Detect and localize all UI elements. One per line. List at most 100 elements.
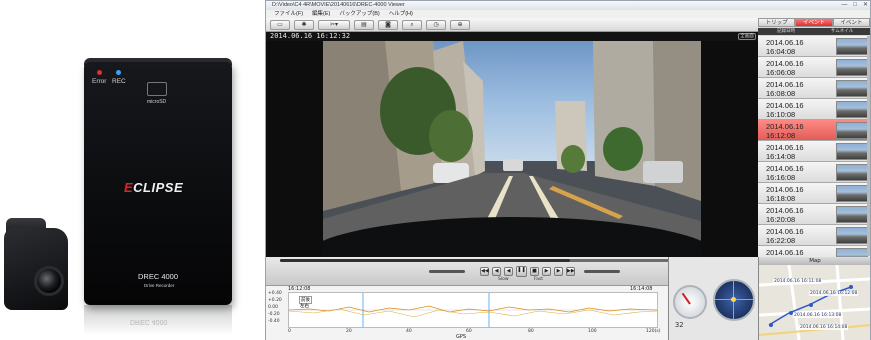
window-title: D:\Video\C4 4R\MOVIE\20140616\DREC-4000 … (272, 2, 405, 8)
pause-button[interactable]: ❚❚ (516, 266, 527, 277)
clip-time: 16:06:08 (766, 68, 796, 77)
model-sub-label: Drive Recorder (144, 283, 175, 288)
map-pin[interactable] (769, 323, 773, 327)
tree-left-2 (429, 110, 473, 162)
rewind-icon: ◀ (494, 268, 499, 274)
settings-button[interactable]: ✱ (294, 20, 314, 30)
ytick: +0.20 (268, 298, 282, 303)
clock-icon: ◷ (433, 21, 439, 28)
title-bar: D:\Video\C4 4R\MOVIE\20140616\DREC-4000 … (266, 1, 870, 10)
clip-list-item[interactable]: 2014.06.16 16:20:08 (758, 204, 870, 225)
stop-icon: ■ (532, 268, 537, 274)
clip-list-item[interactable]: 2014.06.16 16:12:08 (758, 120, 870, 141)
clip-list-item[interactable]: 2014.06.16 16:10:08 (758, 99, 870, 120)
edit-button[interactable]: ✂▾ (318, 20, 350, 30)
xtick: 20 (346, 329, 352, 334)
clip-list-item[interactable]: 2014.06.16 16:16:08 (758, 162, 870, 183)
tab-event-active[interactable]: イベント (795, 18, 833, 27)
series-longitudinal (289, 305, 657, 313)
minimize-button[interactable]: — (841, 1, 847, 10)
error-led (97, 70, 102, 75)
web-button[interactable]: ⊕ (450, 20, 470, 30)
clip-thumbnail (836, 59, 868, 76)
map-label: 2014.06.16 16:14:08 (799, 325, 849, 330)
clip-list-item[interactable]: 2014.06.16 16:14:08 (758, 141, 870, 162)
rec-led (116, 70, 121, 75)
xtick: 40 (406, 329, 412, 334)
rewind-button[interactable]: ◀ (492, 267, 501, 276)
side-tabs: トリップ イベント イベント (758, 18, 870, 27)
fullscreen-button[interactable]: 全画面 (738, 33, 756, 40)
speed-label-fast: Fast (534, 277, 544, 282)
brand-logo-e: E (124, 180, 134, 195)
camera-icon: ◙ (385, 21, 391, 28)
snapshot-button[interactable]: ◙ (378, 20, 398, 30)
save-button[interactable]: ▤ (354, 20, 374, 30)
step-forward-button[interactable]: ▶ (542, 267, 551, 276)
clip-list-item[interactable]: 2014.06.16 16:08:08 (758, 78, 870, 99)
seek-bar-fill (280, 259, 570, 262)
pause-icon: ❚❚ (517, 267, 526, 273)
forward-fast-button[interactable]: ▶▶ (566, 267, 575, 276)
speedometer-gauge (673, 285, 707, 319)
clip-list-item[interactable]: 2014.06.16 16:22:08 (758, 225, 870, 246)
camera-unit-image (0, 218, 72, 310)
video-area (266, 41, 758, 257)
header-datetime: 記録日時 (777, 29, 795, 34)
save-icon: ▤ (361, 21, 367, 28)
clip-thumbnail (836, 227, 868, 244)
clip-list-scrollbar[interactable] (867, 36, 870, 256)
g-dot (731, 297, 736, 302)
speed-slider[interactable] (584, 270, 620, 273)
volume-slider[interactable] (429, 270, 465, 273)
timer-button[interactable]: ◷ (426, 20, 446, 30)
stop-button[interactable]: ■ (530, 267, 539, 276)
map-panel[interactable]: Map 2014.06.16 16:11:08 2014.06.16 16:12… (758, 257, 870, 340)
ytick: -0.20 (268, 312, 280, 317)
brand-logo-rest: CLIPSE (133, 180, 184, 195)
clip-time: 16:08:08 (766, 89, 796, 98)
composite-image: Error REC microSD ECLIPSE DREC 4000 Driv… (0, 0, 871, 340)
clip-time: 16:10:08 (766, 110, 796, 119)
ytick: +0.40 (268, 291, 282, 296)
clip-thumbnail (836, 101, 868, 118)
maximize-button[interactable]: □ (853, 1, 857, 10)
play-button[interactable]: ▶ (554, 267, 563, 276)
clip-time: 16:14:08 (766, 152, 796, 161)
xtick: 100 (588, 329, 597, 334)
menu-backup[interactable]: バックアップ(B) (339, 10, 379, 18)
car-ahead (503, 159, 523, 171)
map-label: 2014.06.16 16:13:08 (793, 313, 843, 318)
tab-event[interactable]: イベント (832, 18, 870, 27)
clip-thumbnail (836, 38, 868, 55)
rewind-fast-button[interactable]: ◀◀ (480, 267, 489, 276)
menu-help[interactable]: ヘルプ(H) (389, 10, 413, 18)
g-force-gauge (713, 279, 755, 321)
graph-plot[interactable]: 前後 左右 (288, 292, 658, 328)
clip-thumbnail (836, 164, 868, 181)
clip-list-item[interactable]: 2014.06.16 16:18:08 (758, 183, 870, 204)
clip-date: 2014.06.16 (766, 122, 804, 131)
map-pin[interactable] (849, 285, 853, 289)
clip-thumbnail (836, 80, 868, 97)
reflection-text: DREC 4000 (130, 318, 168, 325)
model-label: DREC 4000 (138, 272, 179, 281)
map-title: Map (759, 257, 870, 265)
map-pin[interactable] (809, 303, 813, 307)
viewer-window: D:\Video\C4 4R\MOVIE\20140616\DREC-4000 … (265, 0, 871, 340)
clip-list-item[interactable]: 2014.06.16 16:04:08 (758, 36, 870, 57)
microsd-slot (147, 82, 167, 96)
menu-file[interactable]: ファイル(F) (274, 10, 303, 18)
close-button[interactable]: ✕ (863, 1, 868, 10)
window-controls: — □ ✕ (841, 1, 868, 10)
open-folder-button[interactable]: ▭ (270, 20, 290, 30)
map-label: 2014.06.16 16:12:08 (809, 291, 859, 296)
step-back-button[interactable]: ◀ (504, 267, 513, 276)
clip-time: 16:12:08 (766, 131, 796, 140)
menu-edit[interactable]: 編集(E) (312, 10, 330, 18)
video-frame[interactable] (323, 41, 701, 257)
tab-trip[interactable]: トリップ (758, 18, 796, 27)
clip-list-item[interactable]: 2014.06.16 16:06:08 (758, 57, 870, 78)
clip-time: 16:22:08 (766, 236, 796, 245)
zoom-button[interactable]: ⌕ (402, 20, 422, 30)
